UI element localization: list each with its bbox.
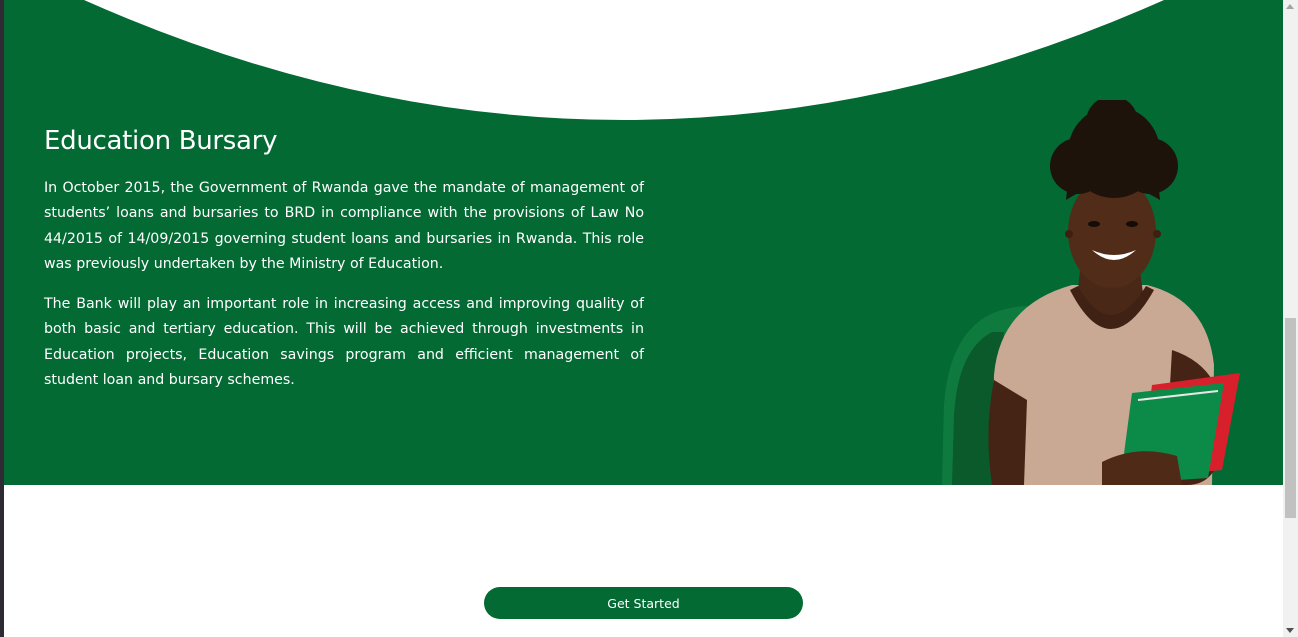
page-title: Education Bursary (44, 126, 278, 156)
get-started-button[interactable]: Get Started (484, 587, 803, 619)
scroll-down-arrow-icon[interactable] (1286, 628, 1294, 633)
hero-paragraph-2: The Bank will play an important role in … (44, 296, 644, 389)
hero-description: In October 2015, the Government of Rwand… (44, 176, 644, 408)
scroll-up-arrow-icon[interactable] (1286, 4, 1294, 9)
scrollbar-thumb[interactable] (1285, 318, 1296, 518)
vertical-scrollbar[interactable] (1283, 0, 1298, 637)
student-image (942, 100, 1240, 485)
hero-paragraph-1: In October 2015, the Government of Rwand… (44, 180, 644, 272)
education-bursary-hero: Education Bursary In October 2015, the G… (4, 0, 1283, 485)
